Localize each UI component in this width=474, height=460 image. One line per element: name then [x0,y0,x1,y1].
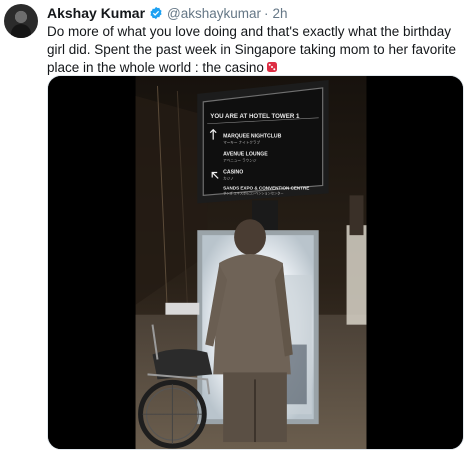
sign-item-3-sub: カジノ [223,175,234,180]
sign-item-4-sub: サンズ エキスポ&コンベンションセンター [223,190,283,195]
verified-badge-icon [150,6,162,20]
author-name[interactable]: Akshay Kumar [47,5,145,21]
tweet[interactable]: Akshay Kumar @akshaykumar · 2h Do more o… [0,0,474,460]
sign-item-1: MARQUEE NIGHTCLUB [223,134,281,140]
sign-item-4: SANDS EXPO & CONVENTION CENTRE [223,185,309,190]
video-frame: YOU ARE AT HOTEL TOWER 1 MARQUEE NIGHTCL… [48,76,463,449]
sign-item-2-sub: アベニュー ラウンジ [223,158,257,163]
tweet-header: Akshay Kumar @akshaykumar · 2h [47,4,288,22]
dice-emoji-icon [266,62,277,72]
sign-item-2: AVENUE LOUNGE [223,152,268,158]
avatar[interactable] [4,4,38,38]
sign-item-3: CASINO [223,169,243,175]
header-separator: · [264,5,269,21]
sign-header: YOU ARE AT HOTEL TOWER 1 [210,113,300,120]
tweet-timestamp[interactable]: 2h [273,6,288,21]
author-handle[interactable]: @akshaykumar [167,6,261,21]
tweet-text: Do more of what you love doing and that'… [47,23,467,77]
video-player[interactable]: YOU ARE AT HOTEL TOWER 1 MARQUEE NIGHTCL… [47,75,464,450]
sign-item-1-sub: マーキー ナイトクラブ [223,140,260,145]
tweet-text-body: Do more of what you love doing and that'… [47,24,456,75]
